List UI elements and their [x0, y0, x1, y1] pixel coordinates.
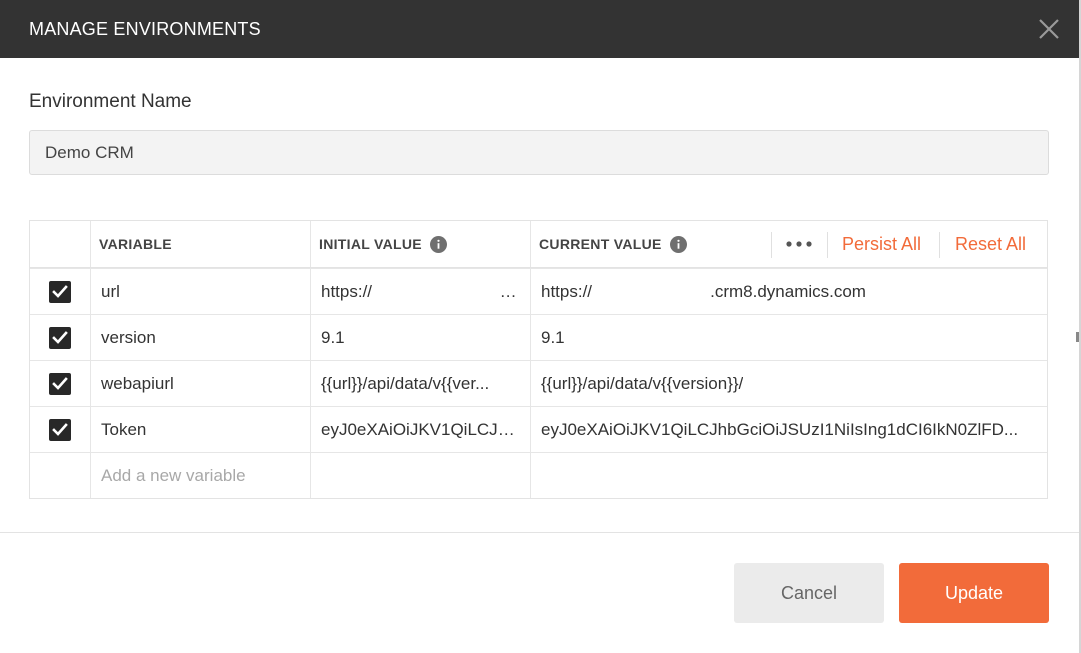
header-current-value-label: CURRENT VALUE — [539, 236, 662, 252]
cancel-button[interactable]: Cancel — [734, 563, 884, 623]
table-row: Token eyJ0eXAiOiJKV1QiLCJh... eyJ0eXAiOi… — [30, 406, 1047, 452]
header-divider — [939, 232, 940, 258]
variable-name: version — [101, 327, 156, 347]
header-variable: VARIABLE — [91, 221, 311, 267]
current-value-cell[interactable]: https:// .crm8.dynamics.com — [531, 269, 1047, 314]
variable-cell[interactable]: webapiurl — [91, 361, 311, 406]
initial-value-cell[interactable]: {{url}}/api/data/v{{ver... — [311, 361, 531, 406]
variable-name: Token — [101, 419, 147, 439]
new-row-checkbox-cell — [30, 453, 91, 498]
initial-value-cell[interactable]: eyJ0eXAiOiJKV1QiLCJh... — [311, 407, 531, 452]
update-button[interactable]: Update — [899, 563, 1049, 623]
new-initial-value-cell[interactable] — [311, 453, 531, 498]
header-initial-value: INITIAL VALUE — [311, 221, 531, 267]
current-value: https:// .crm8.dynamics.com — [541, 281, 866, 301]
header-initial-value-label: INITIAL VALUE — [319, 236, 422, 252]
row-checkbox[interactable] — [49, 418, 71, 441]
row-checkbox-cell — [30, 315, 91, 360]
new-variable-row: Add a new variable — [30, 452, 1047, 498]
current-value: {{url}}/api/data/v{{version}}/ — [541, 373, 744, 393]
variable-name: url — [101, 281, 120, 301]
footer-divider — [0, 532, 1079, 533]
initial-value: https:// .. — [321, 281, 520, 301]
variable-cell[interactable]: version — [91, 315, 311, 360]
row-checkbox-cell — [30, 407, 91, 452]
initial-value-cell[interactable]: https:// .. — [311, 269, 531, 314]
current-value: 9.1 — [541, 327, 565, 347]
new-variable-placeholder: Add a new variable — [101, 465, 246, 485]
table-row: version 9.1 9.1 — [30, 314, 1047, 360]
initial-value: eyJ0eXAiOiJKV1QiLCJh... — [321, 419, 520, 439]
manage-environments-dialog: MANAGE ENVIRONMENTS Environment Name VAR… — [0, 0, 1081, 653]
header-checkbox-column — [30, 221, 91, 267]
row-checkbox[interactable] — [49, 372, 71, 395]
reset-all-button[interactable]: Reset All — [955, 234, 1026, 255]
header-divider — [827, 232, 828, 258]
check-icon — [52, 284, 68, 298]
environment-name-input[interactable] — [29, 130, 1049, 175]
more-horizontal-icon[interactable] — [771, 232, 827, 256]
header-variable-label: VARIABLE — [99, 236, 172, 252]
check-icon — [52, 422, 68, 436]
initial-value-cell[interactable]: 9.1 — [311, 315, 531, 360]
variables-table: VARIABLE INITIAL VALUE CURRENT VALUE Per… — [29, 220, 1048, 499]
check-icon — [52, 330, 68, 344]
new-current-value-cell[interactable] — [531, 453, 1047, 498]
current-value-cell[interactable]: 9.1 — [531, 315, 1047, 360]
row-checkbox-cell — [30, 269, 91, 314]
table-row: webapiurl {{url}}/api/data/v{{ver... {{u… — [30, 360, 1047, 406]
info-icon[interactable] — [669, 235, 687, 253]
current-value-cell[interactable]: {{url}}/api/data/v{{version}}/ — [531, 361, 1047, 406]
close-icon[interactable] — [1036, 16, 1062, 42]
variable-cell[interactable]: Token — [91, 407, 311, 452]
current-value-cell[interactable]: eyJ0eXAiOiJKV1QiLCJhbGciOiJSUzI1NiIsIng1… — [531, 407, 1047, 452]
row-checkbox[interactable] — [49, 326, 71, 349]
environment-name-label: Environment Name — [29, 91, 192, 112]
row-checkbox[interactable] — [49, 280, 71, 303]
table-row: url https:// .. https:// .crm8.dynamics.… — [30, 268, 1047, 314]
current-value: eyJ0eXAiOiJKV1QiLCJhbGciOiJSUzI1NiIsIng1… — [541, 419, 1019, 439]
dialog-title: MANAGE ENVIRONMENTS — [29, 19, 261, 39]
table-header-row: VARIABLE INITIAL VALUE CURRENT VALUE Per… — [30, 221, 1047, 268]
info-icon[interactable] — [429, 235, 447, 253]
dialog-header: MANAGE ENVIRONMENTS — [0, 0, 1079, 58]
check-icon — [52, 376, 68, 390]
variable-name: webapiurl — [101, 373, 174, 393]
variable-cell[interactable]: url — [91, 269, 311, 314]
initial-value: {{url}}/api/data/v{{ver... — [321, 373, 490, 393]
initial-value: 9.1 — [321, 327, 345, 347]
persist-all-button[interactable]: Persist All — [842, 234, 921, 255]
row-checkbox-cell — [30, 361, 91, 406]
scrollbar[interactable] — [1076, 332, 1079, 342]
new-variable-input[interactable]: Add a new variable — [91, 453, 311, 498]
